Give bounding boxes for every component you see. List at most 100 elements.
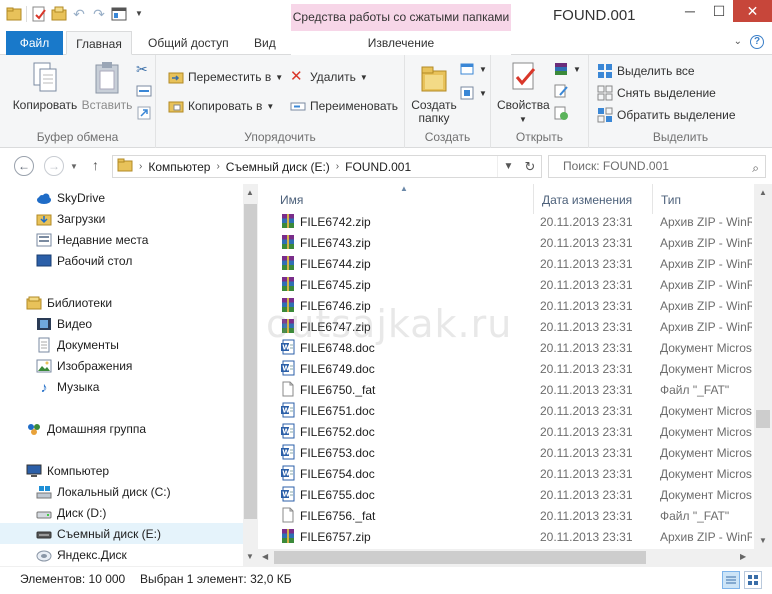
nav-item-documents[interactable]: Документы (0, 334, 243, 355)
table-row[interactable]: W FILE6749.doc 20.11.2013 23:31 Документ Mi… (258, 358, 754, 379)
nav-item-libraries[interactable]: Библиотеки (0, 292, 243, 313)
chevron-down-icon[interactable]: ▼ (504, 161, 514, 172)
tab-extract[interactable]: Извлечение (291, 31, 511, 55)
table-row[interactable]: W FILE6754.doc 20.11.2013 23:31 Документ Mi… (258, 463, 754, 484)
move-to-button[interactable]: Переместить в ▼ (168, 69, 283, 85)
history-button[interactable] (553, 105, 569, 121)
new-item-button[interactable]: ▼ (459, 61, 487, 77)
table-row[interactable]: FILE6750._fat 20.11.2013 23:31 Файл "_FAT" (258, 379, 754, 400)
table-row[interactable]: W FILE6751.doc 20.11.2013 23:31 Документ Mi… (258, 400, 754, 421)
breadcrumb-separator-icon[interactable]: › (336, 161, 339, 172)
invert-selection-button[interactable]: Обратить выделение (597, 107, 736, 123)
table-row[interactable]: W FILE6748.doc 20.11.2013 23:31 Документ Mi… (258, 337, 754, 358)
copy-button[interactable]: Копировать (12, 61, 78, 112)
address-bar[interactable]: › Компьютер › Съемный диск (E:) › FOUND.… (112, 155, 542, 178)
table-row[interactable]: FILE6745.zip 20.11.2013 23:31 Архив ZIP - … (258, 274, 754, 295)
filelist-scrollbar[interactable]: ▲ ▼ (754, 184, 772, 549)
breadcrumb-separator-icon[interactable]: › (139, 161, 142, 172)
edit-button[interactable] (553, 83, 569, 99)
nav-item-yandex-disk[interactable]: Яндекс.Диск (0, 544, 243, 565)
delete-button[interactable]: ✕ Удалить ▼ (290, 69, 368, 85)
large-icons-view-button[interactable] (744, 571, 762, 589)
cut-button[interactable]: ✂ (136, 61, 152, 77)
window-view-icon[interactable] (111, 6, 127, 22)
nav-item-desktop[interactable]: Рабочий стол (0, 250, 243, 271)
properties-icon[interactable] (31, 6, 47, 22)
column-header-date[interactable]: Дата изменения (534, 184, 653, 214)
nav-item-local-disk-c[interactable]: Локальный диск (C:) (0, 481, 243, 502)
expand-ribbon-icon[interactable]: ⌄ (734, 35, 742, 49)
table-row[interactable]: FILE6756._fat 20.11.2013 23:31 Файл "_FAT" (258, 505, 754, 526)
easy-access-button[interactable]: ▼ (459, 85, 487, 101)
scroll-right-icon[interactable]: ▶ (740, 552, 746, 561)
copy-path-button[interactable] (136, 83, 152, 99)
table-row[interactable]: FILE6742.zip 20.11.2013 23:31 Архив ZIP - … (258, 211, 754, 232)
table-row[interactable]: FILE6746.zip 20.11.2013 23:31 Архив ZIP - … (258, 295, 754, 316)
new-folder-icon[interactable] (51, 6, 67, 22)
new-folder-button[interactable]: Создать папку (409, 61, 459, 125)
select-none-button[interactable]: Снять выделение (597, 85, 716, 101)
paste-button[interactable]: Вставить (80, 61, 134, 112)
nav-item-music[interactable]: ♪ Музыка (0, 376, 243, 397)
nav-item-video[interactable]: Видео (0, 313, 243, 334)
breadcrumb-computer[interactable]: Компьютер (148, 160, 210, 174)
open-button[interactable]: ▼ (553, 61, 581, 77)
scroll-down-icon[interactable]: ▼ (759, 536, 767, 545)
nav-item-removable-disk-e[interactable]: Съемный диск (E:) (0, 523, 243, 544)
tab-view[interactable]: Вид (244, 31, 286, 55)
back-button[interactable]: ← (14, 156, 34, 176)
customize-qat-icon[interactable]: ▼ (131, 6, 147, 22)
forward-button[interactable]: → (44, 156, 64, 176)
search-icon[interactable]: ⌕ (752, 158, 759, 179)
table-row[interactable]: FILE6743.zip 20.11.2013 23:31 Архив ZIP - … (258, 232, 754, 253)
nav-item-computer[interactable]: Компьютер (0, 460, 243, 481)
properties-button[interactable]: Свойства ▼ (497, 61, 550, 126)
breadcrumb-found001[interactable]: FOUND.001 (345, 160, 411, 174)
column-header-type[interactable]: Тип (653, 184, 763, 214)
recent-locations-icon[interactable]: ▼ (70, 162, 78, 171)
title-bar: ↶ ↷ ▼ Средства работы со сжатыми папками… (0, 0, 772, 31)
breadcrumb-removable-drive[interactable]: Съемный диск (E:) (226, 160, 330, 174)
scroll-down-icon[interactable]: ▼ (246, 552, 254, 561)
scroll-left-icon[interactable]: ◀ (262, 552, 268, 561)
tab-share[interactable]: Общий доступ (138, 31, 239, 55)
refresh-icon[interactable]: ↻ (525, 159, 536, 175)
search-input[interactable]: Поиск: FOUND.001 ⌕ (548, 155, 766, 178)
column-header-name[interactable]: Имя (272, 184, 534, 214)
help-icon[interactable]: ? (750, 35, 764, 49)
paste-shortcut-button[interactable] (136, 105, 152, 121)
up-arrow-icon[interactable]: ↑ (92, 157, 99, 173)
table-row[interactable]: FILE6757.zip 20.11.2013 23:31 Архив ZIP - … (258, 526, 754, 547)
table-row[interactable]: FILE6744.zip 20.11.2013 23:31 Архив ZIP - … (258, 253, 754, 274)
undo-icon[interactable]: ↶ (71, 6, 87, 22)
scroll-up-icon[interactable]: ▲ (759, 188, 767, 197)
nav-item-pictures[interactable]: Изображения (0, 355, 243, 376)
navpane-scroll-thumb[interactable] (244, 204, 257, 519)
scroll-up-icon[interactable]: ▲ (246, 188, 254, 197)
filelist-horizontal-scrollbar[interactable]: ◀ ▶ (258, 549, 754, 566)
table-row[interactable]: FILE6747.zip 20.11.2013 23:31 Архив ZIP - … (258, 316, 754, 337)
close-button[interactable]: ✕ (733, 0, 772, 22)
table-row[interactable]: W FILE6755.doc 20.11.2013 23:31 Документ Mi… (258, 484, 754, 505)
tab-home[interactable]: Главная (66, 31, 132, 55)
horizontal-scroll-thumb[interactable] (274, 551, 646, 564)
rename-button[interactable]: Переименовать (290, 98, 398, 114)
nav-item-disk-d[interactable]: Диск (D:) (0, 502, 243, 523)
details-view-button[interactable] (722, 571, 740, 589)
tab-file[interactable]: Файл (6, 31, 63, 55)
maximize-button[interactable]: ☐ (705, 0, 733, 22)
nav-item-homegroup[interactable]: Домашняя группа (0, 418, 243, 439)
nav-item-skydrive[interactable]: SkyDrive (0, 187, 243, 208)
filelist-scroll-thumb[interactable] (756, 410, 770, 428)
nav-item-label: Загрузки (57, 211, 106, 226)
breadcrumb-separator-icon[interactable]: › (216, 161, 219, 172)
nav-item-downloads[interactable]: Загрузки (0, 208, 243, 229)
copy-to-button[interactable]: Копировать в ▼ (168, 98, 274, 114)
navpane-scrollbar[interactable]: ▲ ▼ (243, 184, 258, 566)
redo-icon[interactable]: ↷ (91, 6, 107, 22)
minimize-button[interactable]: ─ (676, 0, 704, 22)
table-row[interactable]: W FILE6753.doc 20.11.2013 23:31 Документ Mi… (258, 442, 754, 463)
select-all-button[interactable]: Выделить все (597, 63, 695, 79)
table-row[interactable]: W FILE6752.doc 20.11.2013 23:31 Документ Mi… (258, 421, 754, 442)
nav-item-recent-places[interactable]: Недавние места (0, 229, 243, 250)
